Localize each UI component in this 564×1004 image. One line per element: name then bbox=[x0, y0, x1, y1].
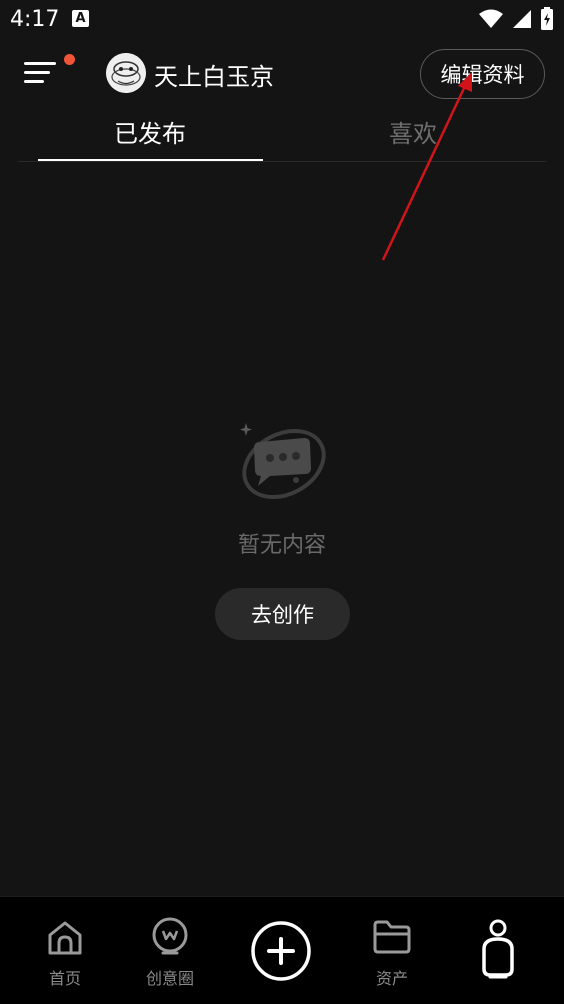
status-icons bbox=[478, 6, 554, 32]
nav-assets[interactable]: 资产 bbox=[342, 897, 442, 1004]
nav-creative-circle[interactable]: 创意圈 bbox=[120, 897, 220, 1004]
annotation-arrow bbox=[381, 72, 472, 261]
edit-profile-button[interactable]: 编辑资料 bbox=[420, 49, 545, 99]
username[interactable]: 天上白玉京 bbox=[154, 57, 274, 92]
notification-dot bbox=[64, 54, 75, 65]
profile-icon bbox=[482, 919, 514, 979]
empty-message: 暂无内容 bbox=[237, 533, 326, 558]
empty-chat-bubble-icon bbox=[240, 423, 326, 500]
wifi-icon bbox=[479, 9, 503, 28]
creative-circle-icon bbox=[152, 917, 188, 955]
nav-home[interactable]: 首页 bbox=[15, 897, 115, 1004]
add-circle-icon bbox=[251, 921, 311, 981]
nav-assets-label: 资产 bbox=[375, 969, 408, 988]
bottom-navigation: 首页 创意圈 资产 bbox=[0, 896, 564, 1004]
tab-likes[interactable]: 喜欢 bbox=[389, 114, 437, 149]
tab-published[interactable]: 已发布 bbox=[114, 114, 186, 149]
nav-profile[interactable] bbox=[448, 897, 548, 1004]
notification-app-icon: A bbox=[72, 10, 89, 27]
nav-home-label: 首页 bbox=[48, 969, 81, 988]
signal-icon bbox=[513, 10, 531, 28]
home-icon bbox=[48, 921, 82, 955]
avatar[interactable] bbox=[106, 53, 146, 93]
battery-icon bbox=[541, 7, 553, 30]
tab-active-indicator bbox=[38, 159, 263, 161]
avatar-image bbox=[106, 53, 146, 93]
menu-button[interactable] bbox=[24, 58, 60, 90]
folder-icon bbox=[373, 920, 411, 954]
status-bar: 4:17 A bbox=[0, 0, 564, 40]
nav-creative-circle-label: 创意圈 bbox=[145, 969, 194, 988]
status-time: 4:17 bbox=[10, 7, 60, 32]
create-button[interactable]: 去创作 bbox=[215, 588, 350, 640]
nav-create[interactable] bbox=[231, 897, 331, 1004]
tab-divider bbox=[18, 161, 546, 162]
